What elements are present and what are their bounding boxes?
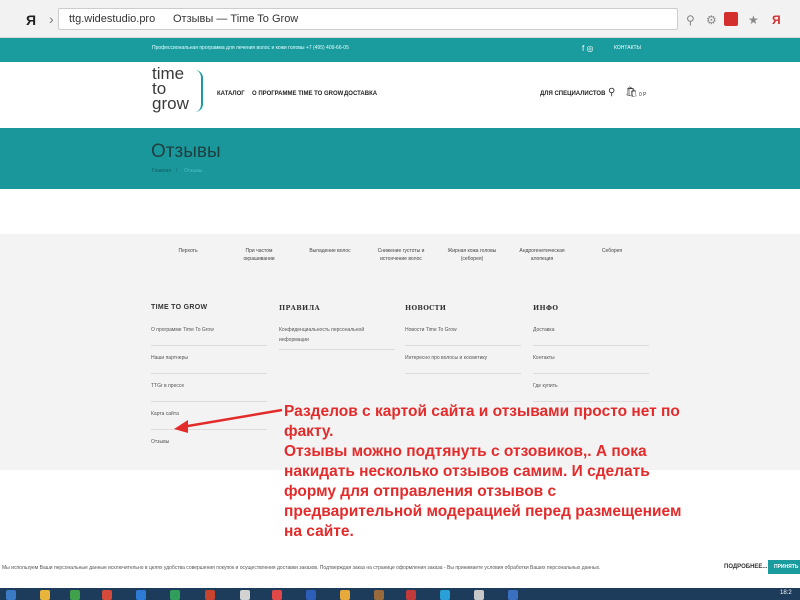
breadcrumb-current: Отзывы [184,168,203,174]
yandex-logo[interactable]: Я [26,12,36,28]
footer-link[interactable]: Контакты [533,354,555,362]
app-icon[interactable] [508,590,518,600]
footer-link[interactable]: Новости Time To Grow [405,326,457,334]
word-icon[interactable] [306,590,316,600]
cookie-text: Мы используем Ваши персональные данные и… [2,565,601,571]
menu-item-about[interactable]: О ПРОГРАММЕ TIME TO GROW [252,91,343,97]
divider [533,345,649,346]
footer-col-title: НОВОСТИ [405,304,447,312]
site-header: time to grow КАТАЛОГ О ПРОГРАММЕ TIME TO… [0,62,800,128]
app-icon[interactable] [374,590,384,600]
app-icon[interactable] [474,590,484,600]
cart-icon[interactable]: 🛍 [625,87,638,98]
breadcrumb-home[interactable]: Главная [152,168,171,174]
footer-link[interactable]: Где купить [533,382,558,390]
app-icon[interactable] [136,590,146,600]
annotation-arrow-icon [174,408,283,433]
divider [151,345,267,346]
annotation-line: предварительной модерацией перед размеще… [284,503,682,520]
annotation-line: факту. [284,423,334,440]
category-link[interactable]: Андрогенетическая алопеция [510,247,574,263]
footer-link[interactable]: Интересно про волосы и косметику [405,354,487,362]
page-tab-title: Отзывы — Time To Grow [173,13,299,25]
settings-icon[interactable]: ⚙ [706,13,717,27]
site-logo[interactable]: time to grow [152,65,189,113]
star-icon[interactable]: ★ [748,13,759,27]
annotation-note: Разделов с картой сайта и отзывами прост… [284,402,800,542]
footer-col-title: ПРАВИЛА [279,304,321,312]
app-icon[interactable] [340,590,350,600]
browser-toolbar: Я › ttg.widestudio.pro Отзывы — Time To … [0,0,800,38]
category-link[interactable]: Выпадение волос [302,247,358,255]
os-taskbar: 18:2 [0,588,800,600]
divider [405,373,521,374]
excel-icon[interactable] [170,590,180,600]
category-link[interactable]: При частом окрашивании [236,247,282,263]
footer-link[interactable]: информации [279,336,309,344]
annotation-line: форму для отправления отзывов с [284,483,557,500]
top-info-bar: Профессиональная программа для лечения в… [0,38,800,62]
topbar-phone-text: Профессиональная программа для лечения в… [152,45,349,51]
app-icon[interactable] [70,590,80,600]
divider [151,373,267,374]
browser-icon[interactable] [102,590,112,600]
folder-icon[interactable] [40,590,50,600]
divider [279,349,395,350]
logo-swirl-icon [195,70,203,112]
menu-item-specialists[interactable]: ДЛЯ СПЕЦИАЛИСТОВ [540,91,605,97]
annotation-line: накидать несколько отзывов самим. И сдел… [284,463,650,480]
app-icon[interactable] [240,590,250,600]
clock: 18:2 [780,590,792,596]
extension-icon[interactable] [724,12,738,26]
url-text[interactable]: ttg.widestudio.pro [69,13,155,25]
divider [405,345,521,346]
footer-col-title: ИНФО [533,304,559,312]
category-link[interactable]: Себорея [594,247,630,255]
menu-item-delivery[interactable]: ДОСТАВКА [344,91,377,97]
annotation-line: на сайте. [284,523,354,540]
cart-total: 0 Р [639,92,647,98]
app-icon[interactable] [205,590,215,600]
contacts-link[interactable]: КОНТАКТЫ [614,45,641,51]
cookie-more-link[interactable]: ПОДРОБНЕЕ... [724,564,767,570]
breadcrumb-separator: / [176,168,178,174]
yandex-icon[interactable]: Я [772,13,781,27]
search-icon[interactable]: ⚲ [686,13,695,27]
annotation-line: Отзывы можно подтянуть с отзовиков,. А п… [284,443,647,460]
history-arrow-icon[interactable]: › [49,11,54,27]
category-links: Перхоть При частом окрашивании Выпадение … [0,234,800,284]
address-bar[interactable]: ttg.widestudio.pro Отзывы — Time To Grow [58,8,678,30]
menu-item-catalog[interactable]: КАТАЛОГ [217,91,245,97]
logo-line-3: grow [152,94,189,113]
cookie-accept-button[interactable]: ПРИНЯТЬ [768,560,800,574]
category-link[interactable]: Снижение густоты и истончение волос [368,247,434,263]
category-link[interactable]: Перхоть [170,247,206,255]
start-icon[interactable] [6,590,16,600]
page-title: Отзывы [151,141,221,162]
cookie-consent-bar: Мы используем Ваши персональные данные и… [0,544,800,588]
footer-link[interactable]: О программе Time To Grow [151,326,214,334]
footer-link[interactable]: Доставка [533,326,554,334]
app-icon[interactable] [406,590,416,600]
divider [533,373,649,374]
footer-link[interactable]: Наши партнеры [151,354,188,362]
social-icons[interactable]: f ◎ [582,44,593,53]
footer-link[interactable]: Конфиденциальность персональной [279,326,364,334]
search-icon[interactable]: ⚲ [608,87,615,98]
footer-link[interactable]: TTGr в прессе [151,382,184,390]
annotation-line: Разделов с картой сайта и отзывами прост… [284,403,680,420]
skype-icon[interactable] [440,590,450,600]
yandex-browser-icon[interactable] [272,590,282,600]
footer-col-title: TIME TO GROW [151,304,208,311]
page-title-band: Отзывы Главная / Отзывы [0,128,800,189]
category-link[interactable]: Жирная кожа головы (себорея) [440,247,504,263]
